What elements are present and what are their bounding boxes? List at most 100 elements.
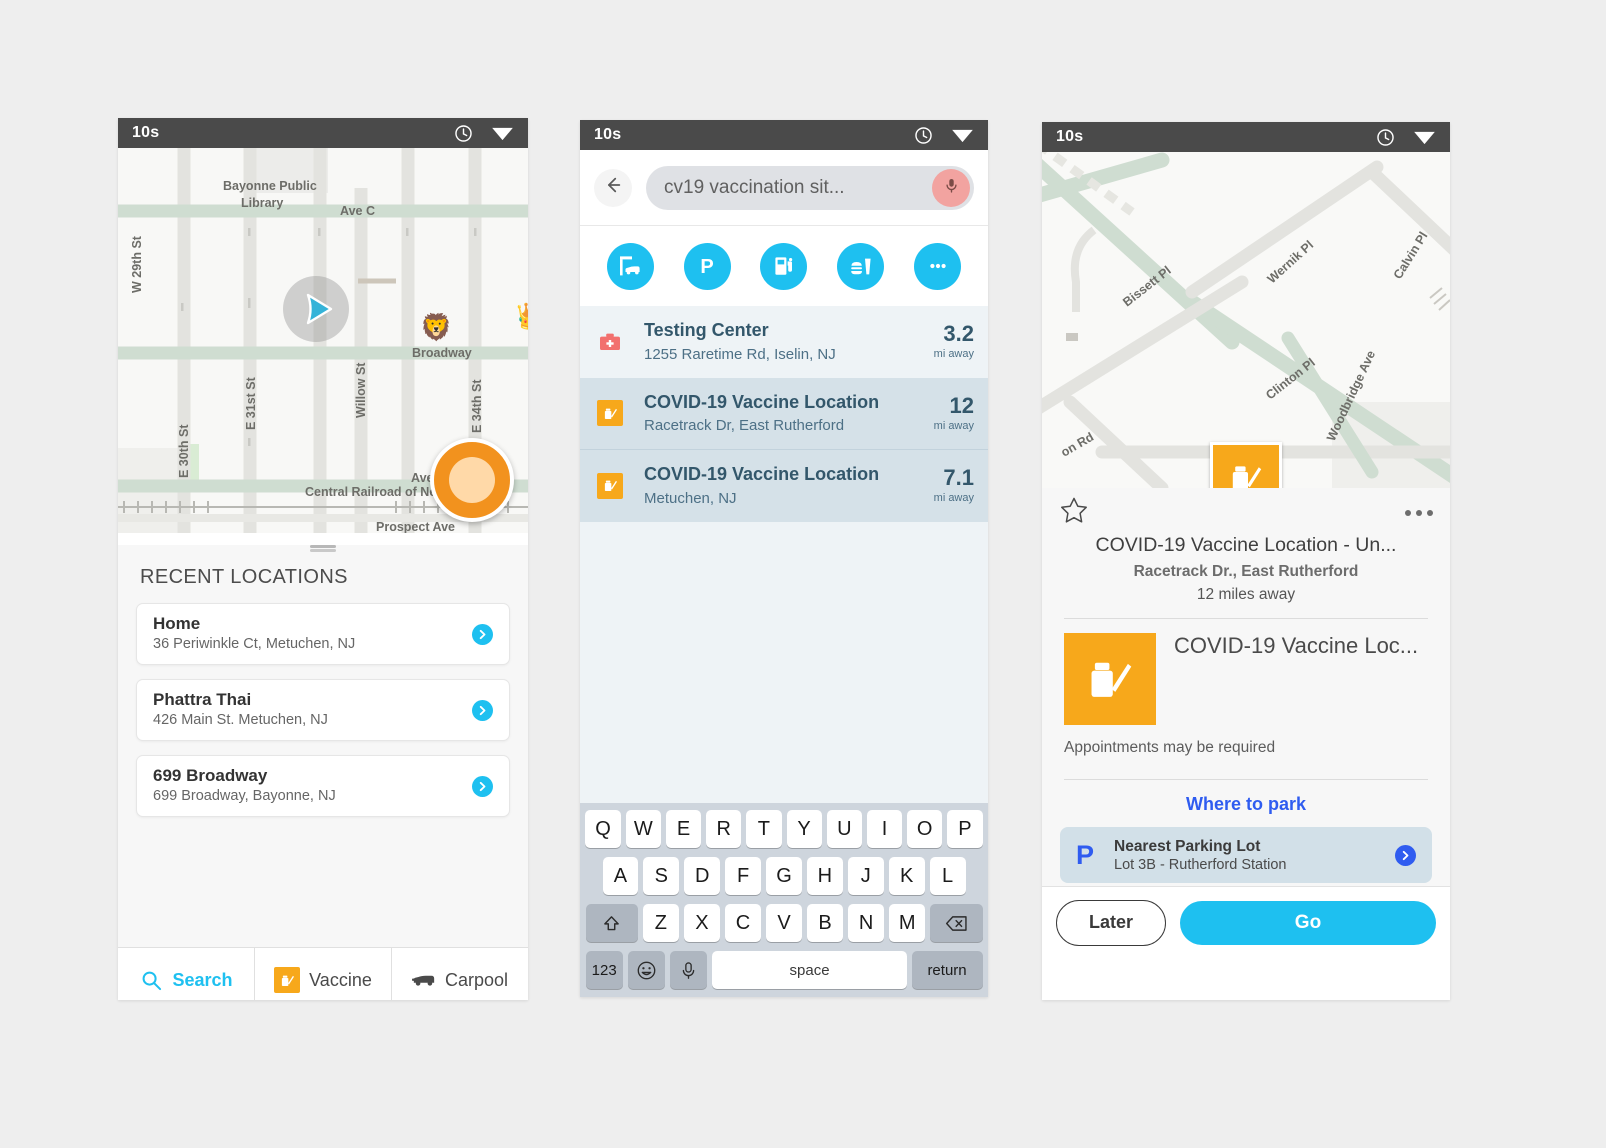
where-to-park-link[interactable]: Where to park bbox=[1042, 794, 1450, 815]
result-address: Racetrack Dr, East Rutherford bbox=[644, 417, 845, 434]
shift-icon[interactable] bbox=[585, 904, 638, 942]
key-q[interactable]: Q bbox=[585, 810, 621, 848]
list-item[interactable]: Home 36 Periwinkle Ct, Metuchen, NJ bbox=[136, 603, 510, 665]
map-view[interactable]: Bayonne Public Library Ave C Broadway Ce… bbox=[118, 148, 528, 533]
key-c[interactable]: C bbox=[724, 904, 761, 942]
nearest-parking-card[interactable]: P Nearest Parking Lot Lot 3B - Rutherfor… bbox=[1060, 827, 1432, 883]
distance-value: 3.2 bbox=[943, 321, 974, 347]
key-w[interactable]: W bbox=[625, 810, 661, 848]
key-l[interactable]: L bbox=[929, 857, 966, 895]
promo-block[interactable]: COVID-19 Vaccine Loc... bbox=[1042, 619, 1450, 725]
key-v[interactable]: V bbox=[765, 904, 803, 942]
key-e[interactable]: E bbox=[665, 810, 702, 848]
key-space[interactable]: space bbox=[712, 951, 907, 989]
key-p[interactable]: P bbox=[947, 810, 983, 848]
location-address: 36 Periwinkle Ct, Metuchen, NJ bbox=[153, 636, 356, 653]
key-f[interactable]: F bbox=[725, 857, 762, 895]
key-u[interactable]: U bbox=[826, 810, 862, 848]
star-icon[interactable] bbox=[1059, 496, 1089, 530]
later-button[interactable]: Later bbox=[1056, 899, 1166, 946]
key-k[interactable]: K bbox=[888, 857, 925, 895]
results-empty-space bbox=[580, 521, 988, 852]
chevron-right-icon[interactable] bbox=[1395, 844, 1416, 866]
recent-locations-list: Home 36 Periwinkle Ct, Metuchen, NJ Phat… bbox=[118, 589, 528, 817]
back-button[interactable] bbox=[594, 168, 632, 207]
key-b[interactable]: B bbox=[807, 904, 844, 942]
place-detail-card: COVID-19 Vaccine Location - Un... Racetr… bbox=[1042, 488, 1450, 958]
key-return[interactable]: return bbox=[911, 951, 983, 989]
key-j[interactable]: J bbox=[847, 857, 884, 895]
backspace-icon[interactable] bbox=[930, 904, 983, 942]
chevron-right-icon[interactable] bbox=[472, 775, 493, 797]
bottom-tab-bar: Search Vaccine Carpool bbox=[118, 947, 528, 1000]
key-z[interactable]: Z bbox=[642, 904, 679, 942]
key-y[interactable]: Y bbox=[786, 810, 822, 848]
svg-text:Broadway: Broadway bbox=[412, 346, 472, 360]
list-item[interactable]: Phattra Thai 426 Main St. Metuchen, NJ bbox=[136, 679, 510, 741]
key-i[interactable]: I bbox=[866, 810, 903, 848]
key-m[interactable]: M bbox=[889, 904, 926, 942]
tab-vaccine[interactable]: Vaccine bbox=[255, 948, 392, 1000]
emoji-icon[interactable] bbox=[627, 951, 666, 989]
search-query-text: cv19 vaccination sit... bbox=[664, 176, 845, 198]
wifi-icon bbox=[491, 126, 514, 141]
key-a[interactable]: A bbox=[602, 857, 639, 895]
key-g[interactable]: G bbox=[766, 857, 802, 895]
sheet-drag-handle[interactable] bbox=[310, 545, 336, 548]
microphone-button[interactable] bbox=[932, 168, 970, 207]
place-address: Racetrack Dr., East Rutherford bbox=[1133, 563, 1359, 580]
vaccine-icon bbox=[597, 472, 623, 499]
result-name: Testing Center bbox=[644, 320, 769, 340]
page-title: COVID-19 Vaccine Location - Un... bbox=[1095, 534, 1397, 556]
report-button[interactable] bbox=[430, 438, 514, 522]
key-r[interactable]: R bbox=[706, 810, 742, 848]
key-numeric[interactable]: 123 bbox=[585, 951, 623, 989]
on-screen-keyboard: Q W E R T Y U I O P A S D F G H J K L Z … bbox=[580, 803, 988, 997]
tab-carpool[interactable]: Carpool bbox=[392, 948, 528, 1000]
key-s[interactable]: S bbox=[643, 857, 680, 895]
search-icon bbox=[139, 968, 163, 992]
phone-screen-place-detail: 10s Bissett Pl Clinton Pl Wernik Pl Calv… bbox=[1042, 122, 1450, 1000]
key-h[interactable]: H bbox=[806, 857, 843, 895]
table-row[interactable]: COVID-19 Vaccine Location Racetrack Dr, … bbox=[580, 377, 988, 449]
vaccine-location-marker[interactable] bbox=[1210, 442, 1282, 488]
key-o[interactable]: O bbox=[907, 810, 943, 848]
gas-station-icon[interactable] bbox=[760, 242, 808, 290]
key-n[interactable]: N bbox=[848, 904, 885, 942]
table-row[interactable]: COVID-19 Vaccine Location Metuchen, NJ 7… bbox=[580, 449, 988, 522]
location-address: 426 Main St. Metuchen, NJ bbox=[153, 712, 328, 729]
parking-icon[interactable]: P bbox=[683, 242, 731, 290]
status-time: 10s bbox=[1056, 128, 1084, 145]
key-x[interactable]: X bbox=[683, 904, 720, 942]
chevron-right-icon[interactable] bbox=[472, 623, 493, 645]
map-view[interactable]: Bissett Pl Clinton Pl Wernik Pl Calvin P… bbox=[1042, 152, 1450, 488]
arrow-left-icon bbox=[603, 175, 623, 200]
drive-thru-icon[interactable] bbox=[606, 242, 654, 290]
table-row[interactable]: Testing Center 1255 Raretime Rd, Iselin,… bbox=[580, 306, 988, 378]
search-input[interactable]: cv19 vaccination sit... bbox=[646, 165, 974, 210]
go-button[interactable]: Go bbox=[1180, 900, 1436, 945]
parking-badge: P bbox=[1076, 839, 1095, 870]
svg-text:Prospect Ave: Prospect Ave bbox=[376, 520, 455, 533]
chevron-right-icon[interactable] bbox=[472, 699, 493, 721]
recent-locations-sheet: RECENT LOCATIONS Home 36 Periwinkle Ct, … bbox=[118, 545, 528, 1000]
microphone-icon[interactable] bbox=[670, 951, 708, 989]
key-d[interactable]: D bbox=[684, 857, 721, 895]
more-icon[interactable] bbox=[914, 242, 962, 290]
food-icon[interactable] bbox=[837, 242, 885, 290]
svg-text:Ave C: Ave C bbox=[340, 204, 375, 218]
car-icon bbox=[411, 968, 436, 992]
result-name: COVID-19 Vaccine Location bbox=[644, 391, 880, 412]
more-horizontal-icon[interactable] bbox=[1405, 510, 1433, 516]
status-bar: 10s bbox=[580, 120, 988, 150]
svg-text:Bayonne Public: Bayonne Public bbox=[223, 179, 317, 193]
user-location-puck bbox=[283, 276, 349, 342]
list-item[interactable]: 699 Broadway 699 Broadway, Bayonne, NJ bbox=[136, 755, 510, 817]
tab-search-label: Search bbox=[172, 969, 233, 990]
key-t[interactable]: T bbox=[746, 810, 782, 848]
location-name: 699 Broadway bbox=[153, 766, 268, 786]
status-bar: 10s bbox=[1042, 122, 1450, 152]
svg-text:W 29th St: W 29th St bbox=[130, 235, 144, 293]
tab-search[interactable]: Search bbox=[118, 948, 255, 1000]
place-distance: 12 miles away bbox=[1196, 586, 1296, 603]
